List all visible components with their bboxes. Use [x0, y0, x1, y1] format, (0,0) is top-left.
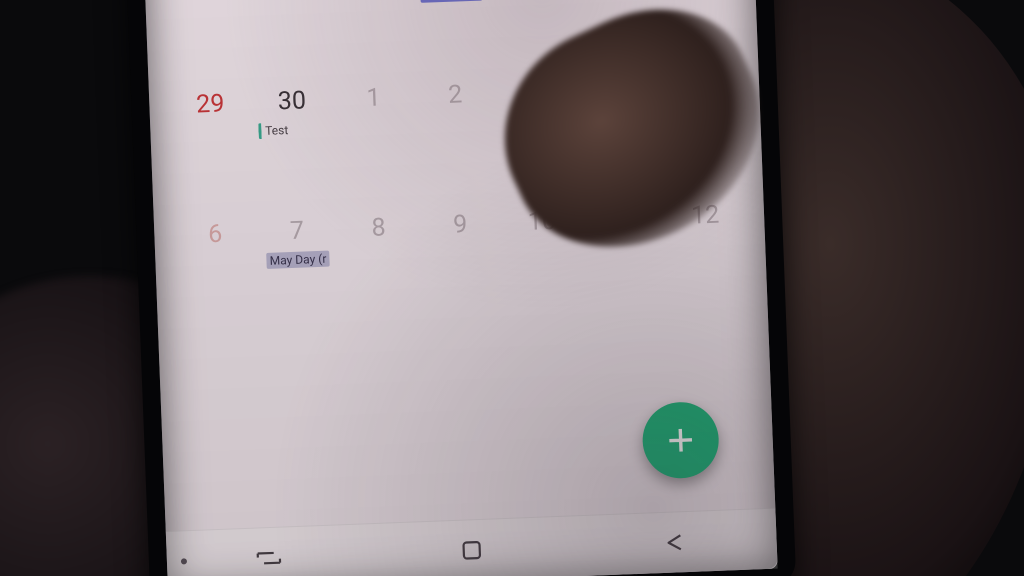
calendar-cell[interactable]: 8	[337, 214, 420, 242]
recent-apps-icon	[254, 547, 283, 570]
back-icon	[660, 531, 689, 554]
home-icon	[457, 539, 486, 562]
day-number: 9	[453, 212, 468, 238]
back-button[interactable]	[660, 531, 689, 554]
home-button[interactable]	[457, 539, 486, 562]
calendar-cell[interactable]: 29	[169, 90, 252, 118]
day-number: 7	[289, 219, 304, 245]
calendar-cell[interactable]: 9	[419, 211, 502, 239]
day-number: 1	[366, 85, 381, 111]
recent-apps-button[interactable]	[254, 547, 283, 570]
calendar-cell[interactable]: 6	[174, 220, 257, 248]
day-number: 8	[371, 215, 386, 241]
calendar-cell[interactable]: 2	[414, 81, 497, 109]
calendar-cell[interactable]: 30 Test	[251, 87, 335, 139]
calendar-cell[interactable]: 1	[332, 84, 415, 112]
nav-grabber-dot	[181, 558, 187, 564]
day-number: 2	[448, 82, 463, 108]
day-number: 30	[277, 88, 306, 114]
day-number: 29	[196, 91, 225, 117]
plus-icon	[663, 423, 698, 458]
event-badge: ANZAC Da	[420, 0, 483, 3]
day-number: 6	[208, 222, 223, 248]
calendar-cell[interactable]: 7 May Day (r	[256, 217, 340, 269]
event-badge: Test	[258, 122, 292, 139]
event-badge: May Day (r	[266, 251, 329, 269]
calendar-cell[interactable]: 25ANZAC Da	[409, 0, 493, 3]
